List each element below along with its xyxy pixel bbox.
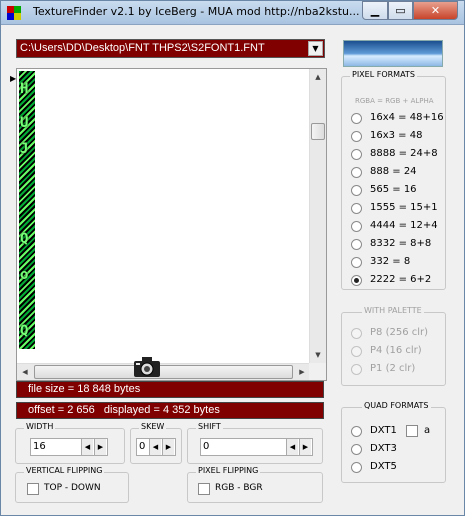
texture-viewer[interactable]: H U J Q o Q ▲ ▼ ◀ ▶ bbox=[16, 68, 327, 381]
texture-glyph: Q bbox=[20, 231, 29, 247]
pixel-format-label: 565 = 16 bbox=[370, 184, 417, 195]
title-bar[interactable]: TextureFinder v2.1 by IceBerg - MUA mod … bbox=[1, 1, 464, 25]
skew-group: SKEW 0 ◀ ▶ bbox=[130, 422, 182, 464]
pixel-format-radio[interactable] bbox=[351, 203, 362, 214]
client-area: C:\Users\DD\Desktop\FNT THPS2\S2FONT1.FN… bbox=[5, 31, 460, 511]
pixel-formats-label: PIXEL FORMATS bbox=[350, 70, 417, 79]
scroll-thumb[interactable] bbox=[311, 123, 325, 140]
p4-radio[interactable] bbox=[351, 346, 362, 357]
dxt1-radio[interactable] bbox=[351, 426, 362, 437]
pixel-format-radio[interactable] bbox=[351, 239, 362, 250]
pixel-format-radio[interactable] bbox=[351, 149, 362, 160]
texture-glyph: o bbox=[20, 267, 29, 283]
width-group: WIDTH 16 ◀ ▶ bbox=[15, 422, 125, 464]
dxt3-label: DXT3 bbox=[370, 443, 397, 454]
dxt1-alpha-label: a bbox=[424, 425, 431, 436]
pixel-format-label: 4444 = 12+4 bbox=[370, 220, 438, 231]
pixel-format-radio[interactable] bbox=[351, 113, 362, 124]
app-icon bbox=[7, 6, 21, 20]
app-window: TextureFinder v2.1 by IceBerg - MUA mod … bbox=[0, 0, 465, 516]
scroll-thumb[interactable] bbox=[34, 365, 293, 379]
dxt3-radio[interactable] bbox=[351, 444, 362, 455]
pixel-format-label: 2222 = 6+2 bbox=[370, 274, 432, 285]
rgb-bgr-label: RGB - BGR bbox=[215, 483, 263, 493]
vertical-flipping-group: VERTICAL FLIPPING TOP - DOWN bbox=[15, 466, 129, 503]
shift-group: SHIFT 0 ◀ ▶ bbox=[187, 422, 323, 464]
shift-spinner[interactable]: 0 ◀ ▶ bbox=[200, 438, 313, 456]
texture-glyph: H bbox=[20, 81, 29, 97]
dxt5-radio[interactable] bbox=[351, 462, 362, 473]
pixel-flipping-group: PIXEL FLIPPING RGB - BGR bbox=[187, 466, 323, 503]
offset-readout: offset = 2 656 displayed = 4 352 bytes bbox=[16, 402, 324, 419]
spin-right-icon[interactable]: ▶ bbox=[299, 439, 311, 455]
minimize-button[interactable]: ▁ bbox=[362, 1, 388, 20]
logo-banner bbox=[343, 40, 443, 67]
dxt5-label: DXT5 bbox=[370, 461, 397, 472]
texture-glyph: U bbox=[20, 115, 29, 131]
shift-label: SHIFT bbox=[196, 422, 223, 431]
texture-glyph: Q bbox=[20, 323, 29, 339]
camera-icon[interactable] bbox=[133, 356, 161, 378]
top-down-label: TOP - DOWN bbox=[44, 483, 101, 493]
pixel-format-radio[interactable] bbox=[351, 275, 362, 286]
maximize-button[interactable]: ▭ bbox=[388, 1, 413, 20]
window-title: TextureFinder v2.1 by IceBerg - MUA mod … bbox=[33, 5, 360, 18]
spin-left-icon[interactable]: ◀ bbox=[286, 439, 298, 455]
spin-left-icon[interactable]: ◀ bbox=[149, 439, 161, 455]
spin-left-icon[interactable]: ◀ bbox=[81, 439, 93, 455]
width-label: WIDTH bbox=[24, 422, 56, 431]
pixel-format-radio[interactable] bbox=[351, 131, 362, 142]
scrollbar-corner bbox=[309, 363, 326, 380]
pixel-format-label: 1555 = 15+1 bbox=[370, 202, 438, 213]
width-value[interactable]: 16 bbox=[33, 441, 46, 452]
rgb-bgr-checkbox[interactable] bbox=[198, 483, 210, 495]
pixel-format-label: 332 = 8 bbox=[370, 256, 411, 267]
pixel-format-label: 16x3 = 48 bbox=[370, 130, 423, 141]
shift-value[interactable]: 0 bbox=[203, 441, 209, 452]
scroll-right-icon[interactable]: ▶ bbox=[294, 364, 310, 380]
skew-value[interactable]: 0 bbox=[139, 441, 145, 452]
quad-formats-label: QUAD FORMATS bbox=[362, 401, 431, 410]
texture-preview: H U J Q o Q bbox=[19, 71, 35, 349]
dxt1-label: DXT1 bbox=[370, 425, 397, 436]
spin-right-icon[interactable]: ▶ bbox=[94, 439, 106, 455]
horizontal-scrollbar[interactable]: ◀ ▶ bbox=[17, 363, 310, 380]
chevron-down-icon[interactable]: ▼ bbox=[308, 41, 323, 56]
scroll-up-icon[interactable]: ▲ bbox=[310, 69, 326, 85]
dxt1-alpha-checkbox[interactable] bbox=[406, 425, 418, 437]
scroll-left-icon[interactable]: ◀ bbox=[17, 364, 33, 380]
skew-spinner[interactable]: 0 ◀ ▶ bbox=[136, 438, 176, 456]
top-down-checkbox[interactable] bbox=[27, 483, 39, 495]
pixel-format-radio[interactable] bbox=[351, 257, 362, 268]
p4-label: P4 (16 clr) bbox=[370, 345, 422, 356]
pixel-format-label: 8332 = 8+8 bbox=[370, 238, 432, 249]
file-path-combobox[interactable]: C:\Users\DD\Desktop\FNT THPS2\S2FONT1.FN… bbox=[16, 39, 325, 58]
pixel-format-label: 888 = 24 bbox=[370, 166, 417, 177]
vertical-flipping-label: VERTICAL FLIPPING bbox=[24, 466, 105, 475]
p1-radio[interactable] bbox=[351, 364, 362, 375]
p8-label: P8 (256 clr) bbox=[370, 327, 429, 338]
width-spinner[interactable]: 16 ◀ ▶ bbox=[30, 438, 108, 456]
pixel-flipping-label: PIXEL FLIPPING bbox=[196, 466, 261, 475]
pixel-format-label: 16x4 = 48+16 bbox=[370, 112, 444, 123]
vertical-scrollbar[interactable]: ▲ ▼ bbox=[309, 69, 326, 363]
rgba-note: RGBA = RGB + ALPHA bbox=[355, 97, 434, 105]
pixel-format-radio[interactable] bbox=[351, 185, 362, 196]
scroll-down-icon[interactable]: ▼ bbox=[310, 347, 326, 363]
skew-label: SKEW bbox=[139, 422, 167, 431]
file-size-readout: file size = 18 848 bytes bbox=[16, 381, 324, 398]
p1-label: P1 (2 clr) bbox=[370, 363, 416, 374]
pixel-formats-group: PIXEL FORMATS RGBA = RGB + ALPHA 16x4 = … bbox=[341, 70, 446, 290]
with-palette-label: WITH PALETTE bbox=[362, 306, 424, 315]
close-button[interactable]: ✕ bbox=[413, 1, 458, 20]
p8-radio[interactable] bbox=[351, 328, 362, 339]
file-path-value: C:\Users\DD\Desktop\FNT THPS2\S2FONT1.FN… bbox=[20, 42, 265, 54]
pixel-format-label: 8888 = 24+8 bbox=[370, 148, 438, 159]
quad-formats-group: QUAD FORMATS DXT1 a DXT3 DXT5 bbox=[341, 401, 446, 483]
texture-glyph: J bbox=[20, 141, 29, 157]
spin-right-icon[interactable]: ▶ bbox=[162, 439, 174, 455]
with-palette-group: WITH PALETTE P8 (256 clr) P4 (16 clr) P1… bbox=[341, 306, 446, 386]
pixel-format-radio[interactable] bbox=[351, 221, 362, 232]
pixel-format-radio[interactable] bbox=[351, 167, 362, 178]
